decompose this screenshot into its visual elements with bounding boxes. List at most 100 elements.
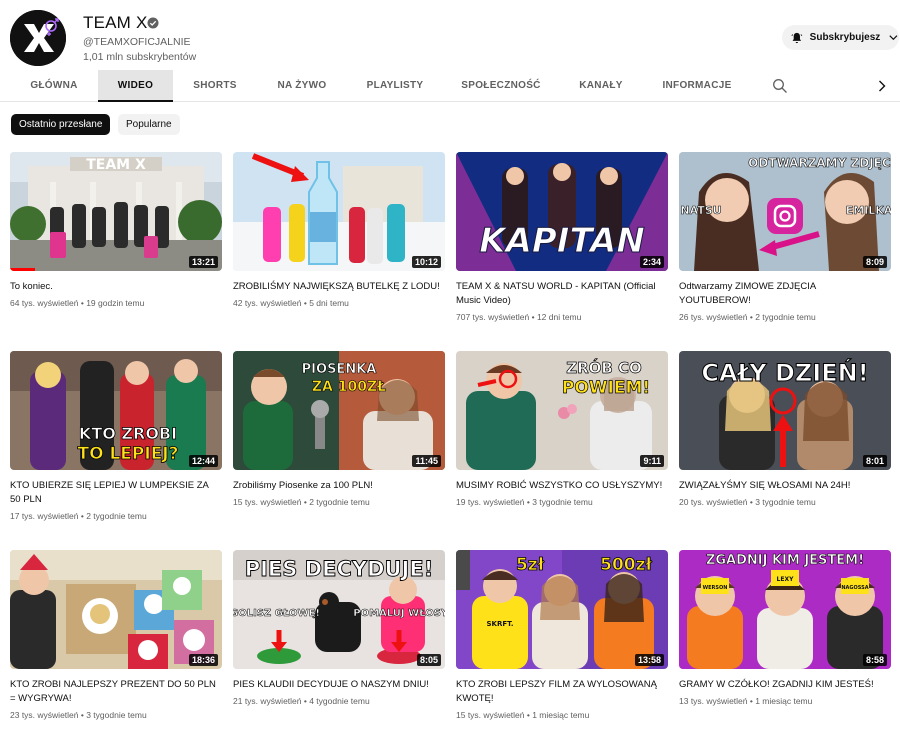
- thumbnail-image: [233, 152, 445, 271]
- video-title[interactable]: MUSIMY ROBIĆ WSZYSTKO CO USŁYSZYMY!: [456, 479, 668, 493]
- search-icon[interactable]: [772, 78, 788, 94]
- subscribe-label: Subskrybujesz: [809, 32, 881, 43]
- video-views: 23 tys. wyświetleń: [10, 710, 79, 720]
- video-card: 18:36 KTO ZROBI NAJLEPSZY PREZENT DO 50 …: [10, 550, 222, 721]
- video-title[interactable]: PIES KLAUDII DECYDUJE O NASZYM DNIU!: [233, 678, 445, 692]
- thumbnail-label-left: NATSU: [680, 204, 721, 217]
- thumbnail-shirt-text: SKRFT.: [486, 620, 513, 628]
- video-title[interactable]: KTO ZROBI LEPSZY FILM ZA WYLOSOWANĄ KWOT…: [456, 678, 668, 706]
- video-age: 3 tygodnie temu: [86, 710, 147, 720]
- video-duration: 18:36: [188, 654, 218, 666]
- video-views: 42 tys. wyświetleń: [233, 298, 302, 308]
- video-card: PIOSENKA ZA 100ZŁ 11:45 Zrobiliśmy Piose…: [233, 351, 445, 508]
- thumbnail-label-left: GOLISZ GŁOWĘ!: [233, 608, 320, 619]
- thumbnail-image: ZGADNIJ KIM JESTEM! WERSON LEXY NAGOSSA: [679, 550, 891, 669]
- video-thumbnail[interactable]: TEAM X 13:21: [10, 152, 222, 271]
- video-views: 15 tys. wyświetleń: [456, 710, 525, 720]
- video-thumbnail[interactable]: PIES DECYDUJE! GOLISZ GŁOWĘ! POMALUJ WŁO…: [233, 550, 445, 669]
- video-duration: 2:34: [639, 256, 664, 268]
- video-duration: 13:21: [188, 256, 218, 268]
- video-views: 21 tys. wyświetleń: [233, 696, 302, 706]
- video-meta: 64 tys. wyświetleń • 19 godzin temu: [10, 298, 145, 308]
- video-thumbnail[interactable]: KTO ZROBI TO LEPIEJ? 12:44: [10, 351, 222, 470]
- tab-live[interactable]: NA ŻYWO: [264, 70, 340, 101]
- video-title[interactable]: To koniec.: [10, 280, 222, 294]
- thumbnail-label-right: POMALUJ WŁOSY!: [353, 608, 445, 619]
- video-views: 15 tys. wyświetleń: [233, 497, 302, 507]
- thumbnail-text: 5zł: [516, 555, 545, 575]
- video-age: 1 miesiąc temu: [532, 710, 590, 720]
- video-age: 5 dni temu: [309, 298, 349, 308]
- video-age: 3 tygodnie temu: [755, 497, 816, 507]
- filter-chip-popular[interactable]: Popularne: [118, 114, 180, 135]
- video-thumbnail[interactable]: ZRÓB CO POWIEM! 9:11: [456, 351, 668, 470]
- video-age: 2 tygodnie temu: [755, 312, 816, 322]
- thumbnail-image: ZRÓB CO POWIEM!: [456, 351, 668, 470]
- video-views: 26 tys. wyświetleń: [679, 312, 748, 322]
- video-age: 19 godzin temu: [86, 298, 145, 308]
- thumbnail-text: KTO ZROBI: [79, 424, 177, 443]
- video-card: 10:12 ZROBILIŚMY NAJWIĘKSZĄ BUTELKĘ Z LO…: [233, 152, 445, 309]
- tab-about[interactable]: INFORMACJE: [652, 70, 742, 101]
- video-age: 2 tygodnie temu: [86, 511, 147, 521]
- video-meta: 20 tys. wyświetleń • 3 tygodnie temu: [679, 497, 816, 507]
- tab-channels[interactable]: KANAŁY: [566, 70, 636, 101]
- channel-header: TEAM X @TEAMXOFICJALNIE 1,01 mln subskry…: [0, 0, 900, 70]
- video-thumbnail[interactable]: PIOSENKA ZA 100ZŁ 11:45: [233, 351, 445, 470]
- video-thumbnail[interactable]: CAŁY DZIEŃ! 8:01: [679, 351, 891, 470]
- video-meta: 15 tys. wyświetleń • 1 miesiąc temu: [456, 710, 590, 720]
- chevron-right-icon[interactable]: [876, 79, 888, 93]
- video-meta: 13 tys. wyświetleń • 1 miesiąc temu: [679, 696, 813, 706]
- thumbnail-image: PIES DECYDUJE! GOLISZ GŁOWĘ! POMALUJ WŁO…: [233, 550, 445, 669]
- tab-home[interactable]: GŁÓWNA: [10, 70, 98, 101]
- video-views: 17 tys. wyświetleń: [10, 511, 79, 521]
- video-title[interactable]: Zrobiliśmy Piosenke za 100 PLN!: [233, 479, 445, 493]
- tab-shorts[interactable]: SHORTS: [180, 70, 250, 101]
- thumbnail-image: TEAM X: [10, 152, 222, 271]
- video-thumbnail[interactable]: ZGADNIJ KIM JESTEM! WERSON LEXY NAGOSSA …: [679, 550, 891, 669]
- video-title[interactable]: ZROBILIŚMY NAJWIĘKSZĄ BUTELKĘ Z LODU!: [233, 280, 445, 294]
- thumbnail-text: ODTWARZAMY ZDJĘCIA!: [748, 156, 891, 170]
- subscribed-button[interactable]: Subskrybujesz: [782, 25, 899, 50]
- video-thumbnail[interactable]: 10:12: [233, 152, 445, 271]
- video-duration: 8:58: [862, 654, 887, 666]
- video-thumbnail[interactable]: 5zł 500zł SKRFT. 13:58: [456, 550, 668, 669]
- video-age: 3 tygodnie temu: [532, 497, 593, 507]
- video-duration: 8:09: [862, 256, 887, 268]
- video-thumbnail[interactable]: 18:36: [10, 550, 222, 669]
- thumbnail-text-2: 500zł: [600, 555, 652, 575]
- verified-check-icon: [147, 17, 159, 29]
- tab-community[interactable]: SPOŁECZNOŚĆ: [455, 70, 547, 101]
- video-card: ZRÓB CO POWIEM! 9:11 MUSIMY ROBIĆ WSZYST…: [456, 351, 668, 508]
- video-age: 12 dni temu: [536, 312, 582, 322]
- thumbnail-text: ZRÓB CO: [566, 358, 642, 377]
- thumbnail-text: KAPITAN: [479, 221, 645, 261]
- video-title[interactable]: KTO UBIERZE SIĘ LEPIEJ W LUMPEKSIE ZA 50…: [10, 479, 222, 507]
- video-thumbnail[interactable]: ODTWARZAMY ZDJĘCIA! NATSU EMILKA 8:09: [679, 152, 891, 271]
- thumbnail-text: PIOSENKA: [302, 362, 377, 377]
- video-title[interactable]: Odtwarzamy ZIMOWE ZDJĘCIA YOUTUBEROW!: [679, 280, 891, 308]
- video-duration: 9:11: [640, 455, 664, 467]
- channel-avatar[interactable]: [10, 10, 66, 66]
- video-card: CAŁY DZIEŃ! 8:01 ZWIĄZAŁYŚMY SIĘ WŁOSAMI…: [679, 351, 891, 508]
- video-title[interactable]: TEAM X & NATSU WORLD - KAPITAN (Official…: [456, 280, 668, 308]
- thumbnail-text-2: POWIEM!: [562, 378, 650, 398]
- video-meta: 17 tys. wyświetleń • 2 tygodnie temu: [10, 511, 147, 521]
- video-meta: 19 tys. wyświetleń • 3 tygodnie temu: [456, 497, 593, 507]
- filter-chip-latest[interactable]: Ostatnio przesłane: [11, 114, 111, 135]
- video-title[interactable]: ZWIĄZAŁYŚMY SIĘ WŁOSAMI NA 24H!: [679, 479, 891, 493]
- tab-playlists[interactable]: PLAYLISTY: [355, 70, 435, 101]
- video-title[interactable]: KTO ZROBI NAJLEPSZY PREZENT DO 50 PLN = …: [10, 678, 222, 706]
- watch-progress-bar: [10, 268, 36, 271]
- video-card: ZGADNIJ KIM JESTEM! WERSON LEXY NAGOSSA …: [679, 550, 891, 707]
- video-views: 19 tys. wyświetleń: [456, 497, 525, 507]
- tab-videos[interactable]: WIDEO: [98, 70, 173, 102]
- subscriber-count: 1,01 mln subskrybentów: [83, 51, 197, 63]
- video-thumbnail[interactable]: KAPITAN 2:34: [456, 152, 668, 271]
- video-duration: 12:44: [188, 455, 218, 467]
- video-meta: 21 tys. wyświetleń • 4 tygodnie temu: [233, 696, 370, 706]
- video-views: 20 tys. wyświetleń: [679, 497, 748, 507]
- thumbnail-image: 5zł 500zł SKRFT.: [456, 550, 668, 669]
- thumbnail-text: CAŁY DZIEŃ!: [701, 358, 868, 387]
- video-title[interactable]: GRAMY W CZÓŁKO! ZGADNIJ KIM JESTEŚ!: [679, 678, 891, 692]
